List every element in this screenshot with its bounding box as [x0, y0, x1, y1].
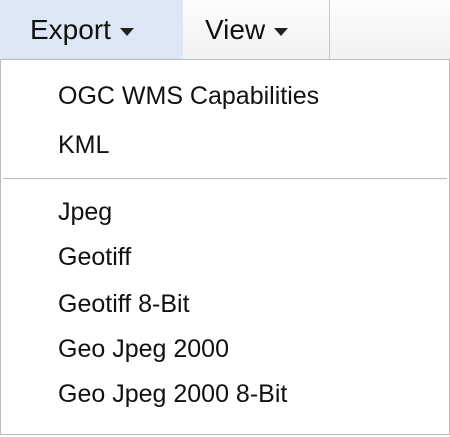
- menu-item-geotiff[interactable]: Geotiff: [58, 242, 131, 272]
- menu-item-jpeg[interactable]: Jpeg: [58, 197, 112, 227]
- menu-item-geotiff-8-bit[interactable]: Geotiff 8-Bit: [58, 289, 190, 319]
- menu-item-kml[interactable]: KML: [58, 130, 109, 160]
- export-menu-button[interactable]: Export: [0, 0, 183, 60]
- menu-bar: Export View: [0, 0, 450, 60]
- menu-item-geo-jpeg-2000[interactable]: Geo Jpeg 2000: [58, 334, 229, 364]
- view-menu-label: View: [205, 14, 266, 45]
- view-menu-button[interactable]: View: [183, 0, 330, 60]
- caret-down-icon: [274, 27, 289, 36]
- menu-divider: [3, 178, 447, 180]
- menu-item-ogc-wms-capabilities[interactable]: OGC WMS Capabilities: [58, 81, 319, 111]
- caret-down-icon: [119, 27, 134, 36]
- menu-item-geo-jpeg-2000-8-bit[interactable]: Geo Jpeg 2000 8-Bit: [58, 379, 287, 409]
- export-dropdown-menu: OGC WMS Capabilities KML Jpeg Geotiff Ge…: [0, 59, 450, 435]
- export-menu-label: Export: [30, 14, 111, 45]
